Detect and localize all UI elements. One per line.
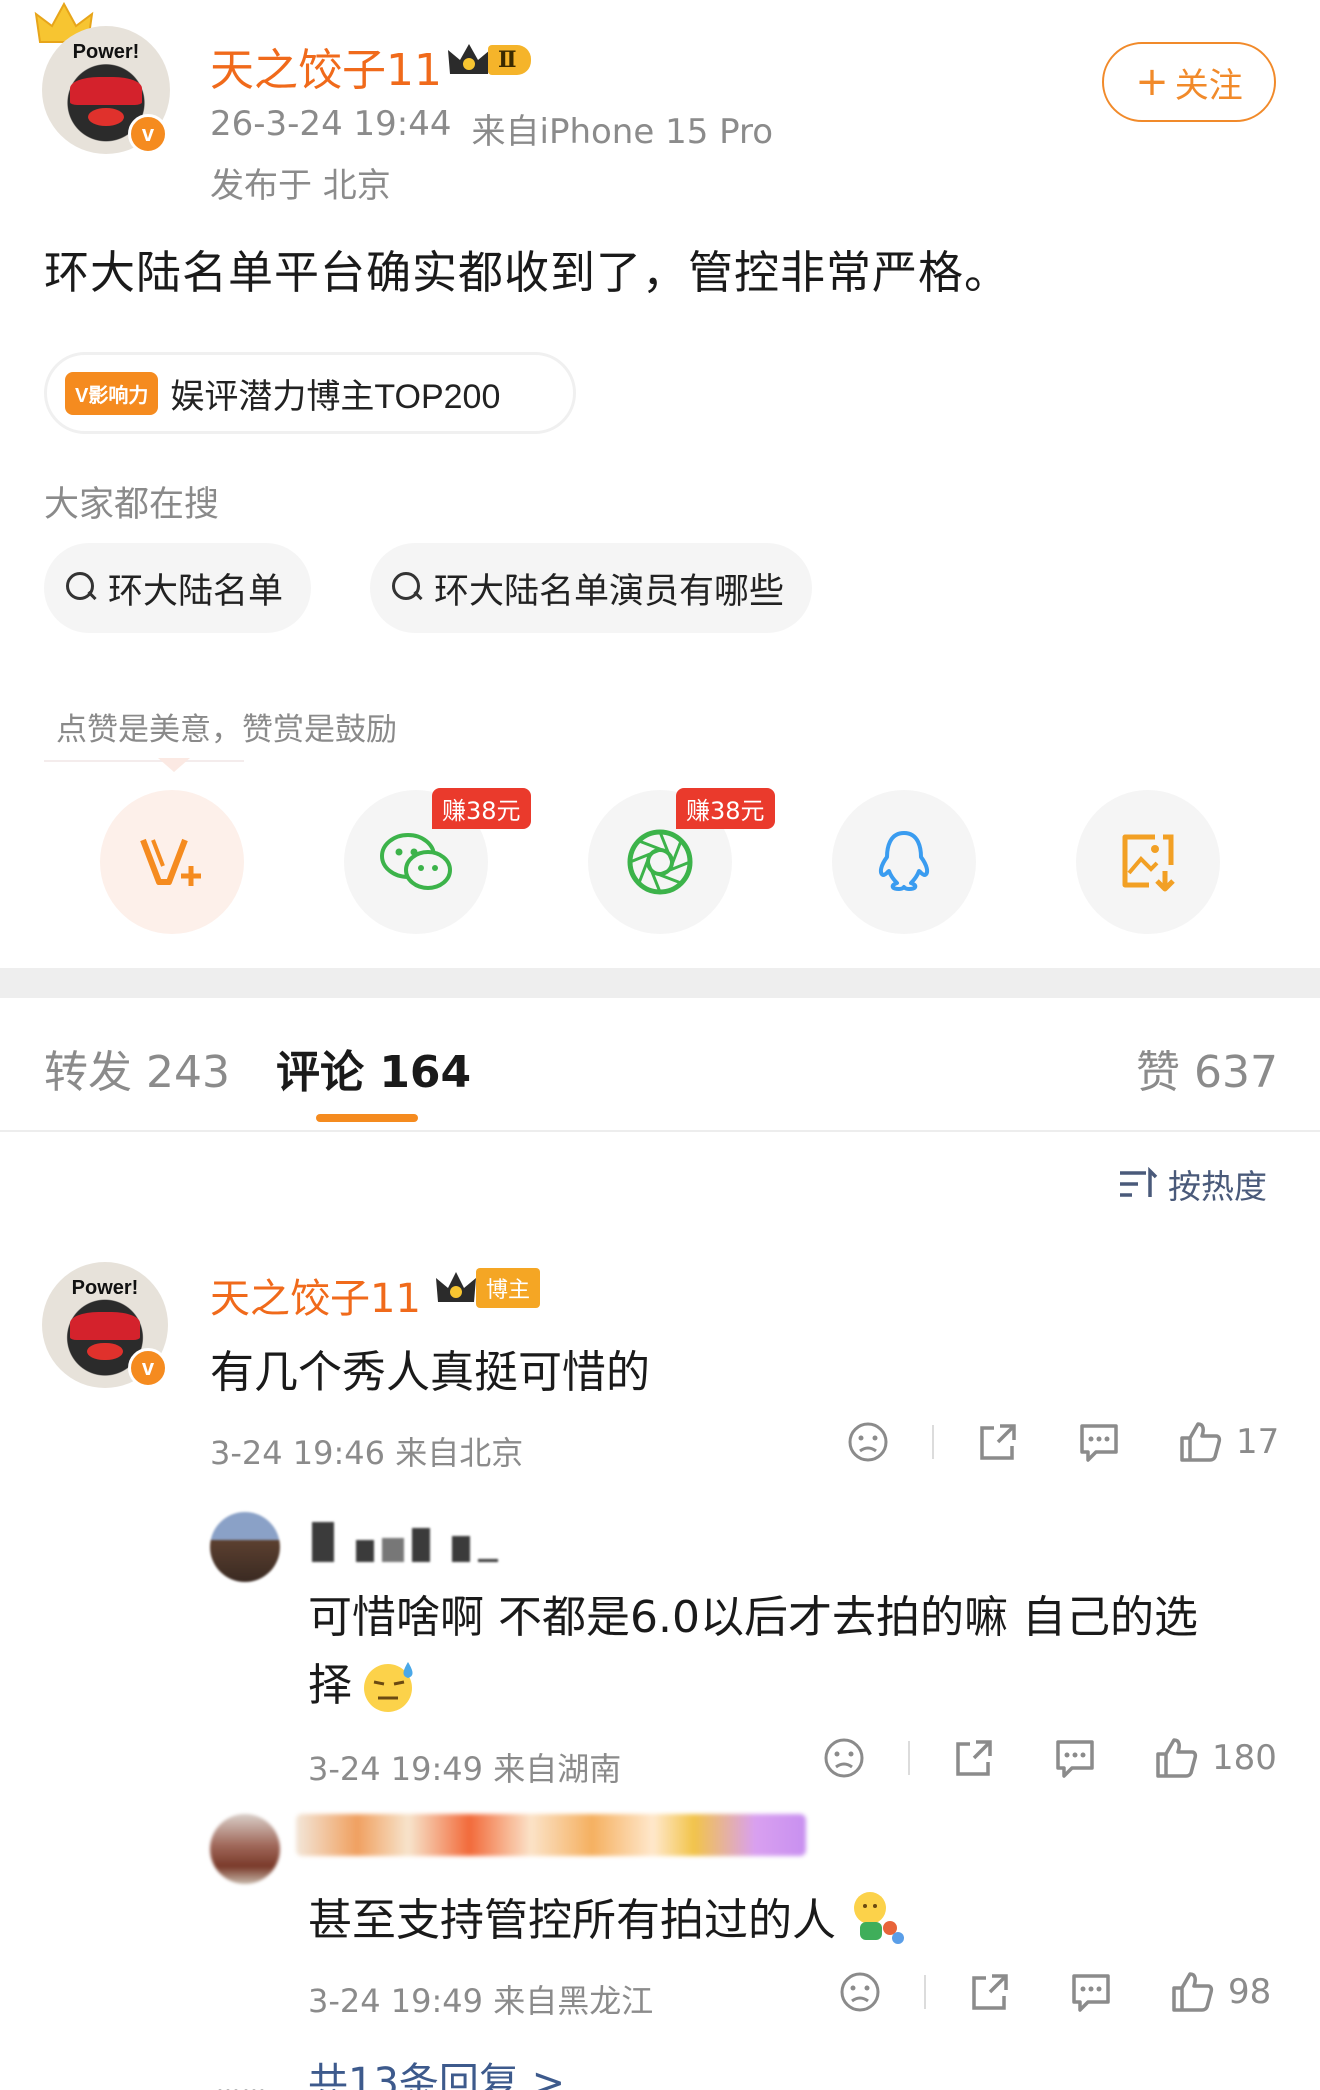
share-icon[interactable]	[968, 1970, 1012, 2014]
comment-text: 有几个秀人真挺可惜的	[210, 1347, 650, 1398]
post-header: Power! v 天之饺子11 Ⅱ 26-3-24 19:44 来自iPhone…	[0, 0, 1320, 210]
reward-button[interactable]	[100, 790, 244, 934]
share-qq-button[interactable]	[832, 790, 976, 934]
reply-text: 可惜啥啊 不都是6.0以后才去拍的嘛 自己的选 择	[308, 1584, 1198, 1720]
comment-actions: 17	[846, 1420, 1279, 1464]
tip-divider	[44, 760, 244, 762]
view-more-replies-link[interactable]: 共13条回复 >	[308, 2050, 565, 2090]
comment-meta: 3-24 19:46 来自北京	[210, 1434, 524, 1472]
save-image-icon	[1122, 834, 1175, 892]
save-image-button[interactable]	[1076, 790, 1220, 934]
crown-level-icon	[448, 44, 490, 74]
reply-meta: 3-24 19:49 来自黑龙江	[308, 1982, 654, 2020]
comment-like-count: 17	[1236, 1422, 1280, 1462]
share-icon[interactable]	[976, 1420, 1020, 1464]
influence-tag[interactable]: V影响力 娱评潜力博主TOP200	[44, 352, 576, 434]
like-icon[interactable]	[1170, 1970, 1214, 2014]
active-tab-indicator	[316, 1114, 418, 1122]
reply-actions: 98	[838, 1970, 1271, 2014]
reply-like-count: 98	[1228, 1972, 1272, 2012]
qq-icon	[878, 831, 930, 891]
verified-badge-icon: v	[128, 114, 168, 154]
tabs-divider	[0, 1130, 1320, 1132]
comment-author[interactable]: 天之饺子11	[210, 1266, 421, 1324]
post-text: 环大陆名单平台确实都收到了，管控非常严格。	[44, 246, 1011, 299]
blogger-badge: 博主	[434, 1268, 541, 1308]
reply-avatar[interactable]	[210, 1512, 280, 1582]
reply-like-count: 180	[1212, 1738, 1277, 1778]
moments-icon	[627, 829, 693, 895]
post-source: 来自iPhone 15 Pro	[471, 112, 774, 152]
wechat-icon	[380, 833, 452, 890]
reply-meta: 3-24 19:49 来自湖南	[308, 1750, 622, 1788]
sort-button[interactable]: 按热度	[1118, 1160, 1267, 1208]
influence-tag-text: 娱评潜力博主TOP200	[170, 377, 501, 416]
reply-author-redacted[interactable]	[296, 1814, 806, 1856]
like-icon[interactable]	[1178, 1420, 1222, 1464]
reply-icon[interactable]	[1052, 1736, 1098, 1780]
v-plus-icon	[140, 838, 201, 886]
follow-button[interactable]: + 关注	[1102, 42, 1276, 122]
earn-badge-wechat: 赚38元	[432, 788, 531, 829]
verified-badge-icon: v	[128, 1348, 168, 1388]
reward-tip: 点赞是美意，赞赏是鼓励	[56, 712, 397, 748]
post-meta: 26-3-24 19:44 来自iPhone 15 Pro	[210, 104, 773, 153]
sweat-emoji-icon	[364, 1662, 413, 1712]
search-chip-1[interactable]: 环大陆名单	[44, 543, 312, 633]
reply-avatar[interactable]	[210, 1814, 280, 1884]
sort-icon	[1120, 1167, 1158, 1197]
reply-actions: 180	[822, 1736, 1277, 1780]
reply-author-redacted[interactable]	[312, 1518, 498, 1562]
plus-icon: +	[1135, 59, 1169, 105]
author-name[interactable]: 天之饺子11	[210, 34, 442, 98]
search-icon	[392, 572, 424, 604]
dislike-face-icon[interactable]	[846, 1420, 890, 1464]
dislike-face-icon[interactable]	[822, 1736, 866, 1780]
tab-repost[interactable]: 转发 243	[44, 1036, 230, 1100]
tip-arrow	[158, 758, 190, 772]
like-icon[interactable]	[1154, 1736, 1198, 1780]
reply-thread-dots: ……	[216, 2070, 268, 2090]
level-badge: Ⅱ	[446, 40, 531, 80]
reply-text-row: 甚至支持管控所有拍过的人	[308, 1884, 906, 1948]
dislike-face-icon[interactable]	[838, 1970, 882, 2014]
search-section-title: 大家都在搜	[44, 485, 220, 525]
search-chip-2[interactable]: 环大陆名单演员有哪些	[370, 543, 813, 633]
reply-text: 甚至支持管控所有拍过的人	[308, 1895, 836, 1946]
tab-comments[interactable]: 评论 164	[276, 1036, 471, 1100]
reply-icon[interactable]	[1068, 1970, 1114, 2014]
post-location: 发布于 北京	[210, 166, 391, 206]
search-icon	[66, 572, 98, 604]
earn-badge-moments: 赚38元	[676, 788, 775, 829]
section-divider	[0, 968, 1320, 998]
crown-level-icon	[436, 1272, 476, 1302]
influence-badge: V影响力	[65, 371, 159, 415]
post-timestamp: 26-3-24 19:44	[210, 104, 452, 144]
share-icon[interactable]	[952, 1736, 996, 1780]
reply-icon[interactable]	[1076, 1420, 1122, 1464]
baby-emoji-icon	[854, 1892, 904, 1944]
tab-likes[interactable]: 赞 637	[1136, 1036, 1278, 1100]
